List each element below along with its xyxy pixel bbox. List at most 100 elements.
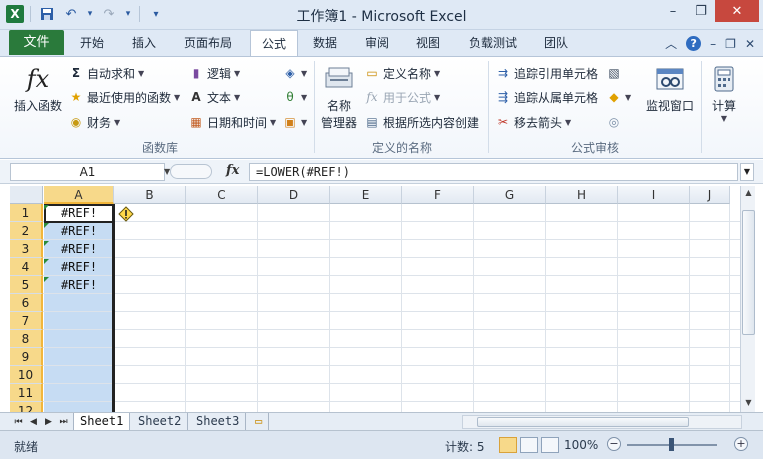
- tab-review[interactable]: 审阅: [361, 30, 393, 56]
- column-header-g[interactable]: G: [474, 186, 546, 204]
- recent-functions-button[interactable]: ★ 最近使用的函数 ▼: [68, 87, 181, 107]
- zoom-slider-knob[interactable]: [669, 438, 674, 451]
- row-header-12[interactable]: 12: [10, 402, 43, 412]
- page-break-view-icon[interactable]: [541, 437, 559, 453]
- error-warning-icon[interactable]: [118, 206, 134, 222]
- row-header-1[interactable]: 1: [10, 204, 43, 222]
- scroll-up-icon[interactable]: ▲: [742, 186, 755, 200]
- zoom-level[interactable]: 100%: [564, 438, 598, 452]
- row-header-9[interactable]: 9: [10, 348, 43, 366]
- restore-button[interactable]: ❐: [687, 0, 715, 22]
- tab-data[interactable]: 数据: [309, 30, 341, 56]
- column-header-c[interactable]: C: [186, 186, 258, 204]
- use-in-formula-button[interactable]: fx 用于公式 ▼: [364, 87, 440, 107]
- insert-function-fx-icon[interactable]: fx: [226, 163, 239, 178]
- chevron-down-icon: ▼: [234, 68, 241, 78]
- name-manager-button[interactable]: 名称 管理器: [318, 63, 360, 131]
- math-trig-button[interactable]: θ ▼: [282, 87, 307, 107]
- zoom-in-icon[interactable]: +: [734, 437, 748, 451]
- minimize-button[interactable]: –: [659, 0, 687, 22]
- horizontal-scrollbar[interactable]: [462, 415, 742, 429]
- row-header-11[interactable]: 11: [10, 384, 43, 402]
- row-header-2[interactable]: 2: [10, 222, 43, 240]
- tab-team[interactable]: 团队: [540, 30, 572, 56]
- tab-file[interactable]: 文件: [9, 30, 64, 55]
- column-header-f[interactable]: F: [402, 186, 474, 204]
- tab-insert[interactable]: 插入: [128, 30, 160, 56]
- title-bar: X ↶ ▾ ↷ ▾ ▾ 工作簿1 - Microsoft Excel – ❐ ✕: [0, 0, 763, 30]
- column-header-i[interactable]: I: [618, 186, 690, 204]
- more-functions-button[interactable]: ▣ ▼: [282, 112, 307, 132]
- tab-view[interactable]: 视图: [412, 30, 444, 56]
- watch-window-button[interactable]: 监视窗口: [642, 63, 698, 114]
- column-header-a[interactable]: A: [44, 186, 114, 204]
- calculation-options-button[interactable]: 计算 ▼: [704, 63, 744, 123]
- name-box[interactable]: A1 ▼: [10, 163, 170, 181]
- financial-button[interactable]: ◉ 财务 ▼: [68, 112, 120, 132]
- help-icon[interactable]: ?: [686, 36, 702, 51]
- lookup-reference-button[interactable]: ◈ ▼: [282, 63, 307, 83]
- formula-handle[interactable]: [170, 164, 212, 179]
- column-header-e[interactable]: E: [330, 186, 402, 204]
- book-icon: ▮: [192, 66, 200, 80]
- insert-function-button[interactable]: fx 插入函数: [10, 63, 66, 114]
- tab-formulas[interactable]: 公式: [250, 30, 298, 57]
- row-header-3[interactable]: 3: [10, 240, 43, 258]
- show-formulas-button[interactable]: ▧: [606, 63, 622, 83]
- text-button[interactable]: A 文本 ▼: [188, 87, 240, 107]
- worksheet-grid[interactable]: A B C D E F G H I J 1 2 3 4 5 6 7 8 9 10 11 12 #REF! #REF! #REF!…: [10, 186, 740, 412]
- vertical-scroll-thumb[interactable]: [742, 210, 755, 335]
- page-layout-view-icon[interactable]: [520, 437, 538, 453]
- scroll-down-icon[interactable]: ▼: [742, 396, 755, 410]
- trace-dependents-button[interactable]: ⇶ 追踪从属单元格: [495, 87, 598, 107]
- select-all-corner[interactable]: [10, 186, 43, 204]
- column-header-d[interactable]: D: [258, 186, 330, 204]
- next-sheet-icon[interactable]: ▶: [42, 414, 55, 430]
- column-header-h[interactable]: H: [546, 186, 618, 204]
- prev-sheet-icon[interactable]: ◀: [27, 414, 40, 430]
- insert-sheet-icon[interactable]: ▭: [249, 413, 270, 430]
- horizontal-scroll-thumb[interactable]: [477, 417, 689, 427]
- column-header-j[interactable]: J: [690, 186, 730, 204]
- normal-view-icon[interactable]: [499, 437, 517, 453]
- collapse-ribbon-icon[interactable]: ︿: [665, 35, 677, 52]
- autosum-button[interactable]: Σ 自动求和 ▼: [68, 63, 144, 83]
- datetime-button[interactable]: ▦ 日期和时间 ▼: [188, 112, 276, 132]
- cell-a4[interactable]: #REF!: [44, 258, 114, 276]
- workbook-close-button[interactable]: ✕: [745, 37, 755, 51]
- evaluate-formula-button[interactable]: ◎: [606, 112, 622, 132]
- define-name-button[interactable]: ▭ 定义名称 ▼: [364, 63, 440, 83]
- workbook-minimize-button[interactable]: –: [710, 37, 716, 51]
- trace-precedents-button[interactable]: ⇉ 追踪引用单元格: [495, 63, 598, 83]
- error-checking-button[interactable]: ◆ ▼: [606, 87, 631, 107]
- row-header-6[interactable]: 6: [10, 294, 43, 312]
- cell-a5[interactable]: #REF!: [44, 276, 114, 294]
- sheet-tab-sheet1[interactable]: Sheet1: [73, 413, 131, 430]
- row-header-4[interactable]: 4: [10, 258, 43, 276]
- expand-formula-bar-icon[interactable]: ▼: [740, 163, 754, 181]
- row-header-7[interactable]: 7: [10, 312, 43, 330]
- column-header-b[interactable]: B: [114, 186, 186, 204]
- formula-input[interactable]: =LOWER(#REF!): [249, 163, 738, 181]
- create-from-selection-button[interactable]: ▤ 根据所选内容创建: [364, 112, 479, 132]
- row-header-8[interactable]: 8: [10, 330, 43, 348]
- close-button[interactable]: ✕: [715, 0, 759, 22]
- workbook-restore-button[interactable]: ❐: [725, 37, 736, 51]
- tab-home[interactable]: 开始: [76, 30, 108, 56]
- remove-arrows-button[interactable]: ✂ 移去箭头 ▼: [495, 112, 571, 132]
- logical-button[interactable]: ▮ 逻辑 ▼: [188, 63, 240, 83]
- vertical-scrollbar[interactable]: ▲ ▼: [740, 186, 755, 412]
- cell-a3[interactable]: #REF!: [44, 240, 114, 258]
- sheet-tab-sheet2[interactable]: Sheet2: [132, 413, 189, 430]
- row-header-5[interactable]: 5: [10, 276, 43, 294]
- sheet-tab-sheet3[interactable]: Sheet3: [190, 413, 247, 430]
- cell-a2[interactable]: #REF!: [44, 222, 114, 240]
- tab-page-layout[interactable]: 页面布局: [180, 30, 236, 56]
- first-sheet-icon[interactable]: ⏮: [12, 414, 25, 430]
- tab-load-test[interactable]: 负载测试: [465, 30, 521, 56]
- last-sheet-icon[interactable]: ⏭: [57, 414, 70, 430]
- zoom-out-icon[interactable]: −: [607, 437, 621, 451]
- row-header-10[interactable]: 10: [10, 366, 43, 384]
- cell-a1[interactable]: #REF!: [44, 204, 114, 222]
- watch-window-label: 监视窗口: [645, 99, 694, 113]
